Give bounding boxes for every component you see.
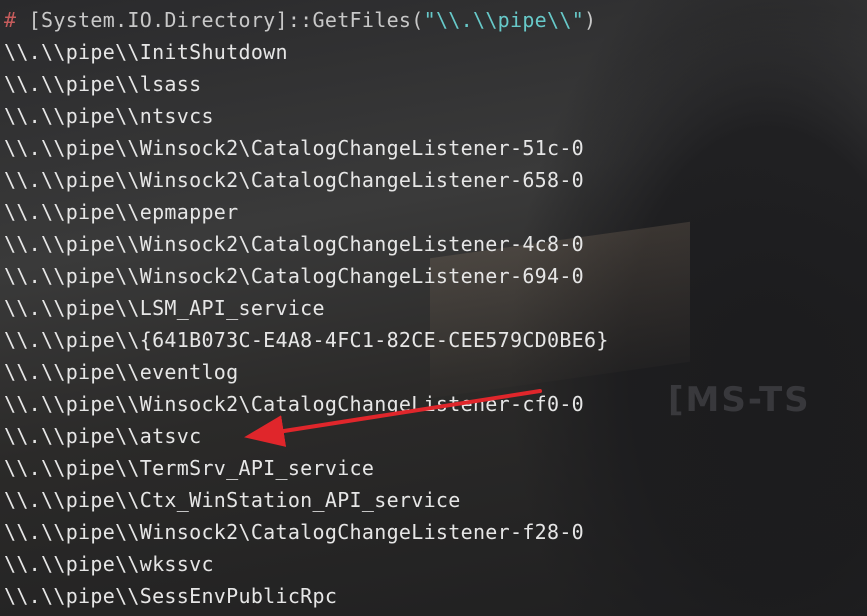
- output-line: \\.\\pipe\\SessEnvPublicRpc: [4, 584, 338, 608]
- output-line: \\.\\pipe\\wkssvc: [4, 552, 214, 576]
- command-prefix: [System.IO.Directory]::GetFiles(: [16, 8, 424, 32]
- background-watermark-text: [MS-TS: [668, 380, 811, 420]
- output-line: \\.\\pipe\\ntsvcs: [4, 104, 214, 128]
- output-line: \\.\\pipe\\TermSrv_API_service: [4, 456, 375, 480]
- command-line: # [System.IO.Directory]::GetFiles("\\.\\…: [4, 4, 609, 36]
- output-line: \\.\\pipe\\atsvc: [4, 424, 202, 448]
- output-line: \\.\\pipe\\Winsock2\CatalogChangeListene…: [4, 392, 585, 416]
- output-line: \\.\\pipe\\Ctx_WinStation_API_service: [4, 488, 461, 512]
- output-line: \\.\\pipe\\{641B073C-E4A8-4FC1-82CE-CEE5…: [4, 328, 609, 352]
- command-argument: "\\.\\pipe\\": [423, 8, 585, 32]
- output-line: \\.\\pipe\\Winsock2\CatalogChangeListene…: [4, 520, 585, 544]
- output-line: \\.\\pipe\\InitShutdown: [4, 40, 288, 64]
- terminal-window[interactable]: [MS-TS # [System.IO.Directory]::GetFiles…: [0, 0, 867, 616]
- output-line: \\.\\pipe\\epmapper: [4, 200, 239, 224]
- output-line: \\.\\pipe\\LSM_API_service: [4, 296, 325, 320]
- output-line: \\.\\pipe\\Winsock2\CatalogChangeListene…: [4, 232, 585, 256]
- prompt-marker: #: [4, 8, 17, 32]
- output-line: \\.\\pipe\\Winsock2\CatalogChangeListene…: [4, 168, 585, 192]
- output-line: \\.\\pipe\\eventlog: [4, 360, 239, 384]
- output-line: \\.\\pipe\\Winsock2\CatalogChangeListene…: [4, 264, 585, 288]
- output-line: \\.\\pipe\\lsass: [4, 72, 202, 96]
- output-line: \\.\\pipe\\Winsock2\CatalogChangeListene…: [4, 136, 585, 160]
- terminal-output: # [System.IO.Directory]::GetFiles("\\.\\…: [0, 4, 609, 612]
- command-suffix: ): [584, 8, 597, 32]
